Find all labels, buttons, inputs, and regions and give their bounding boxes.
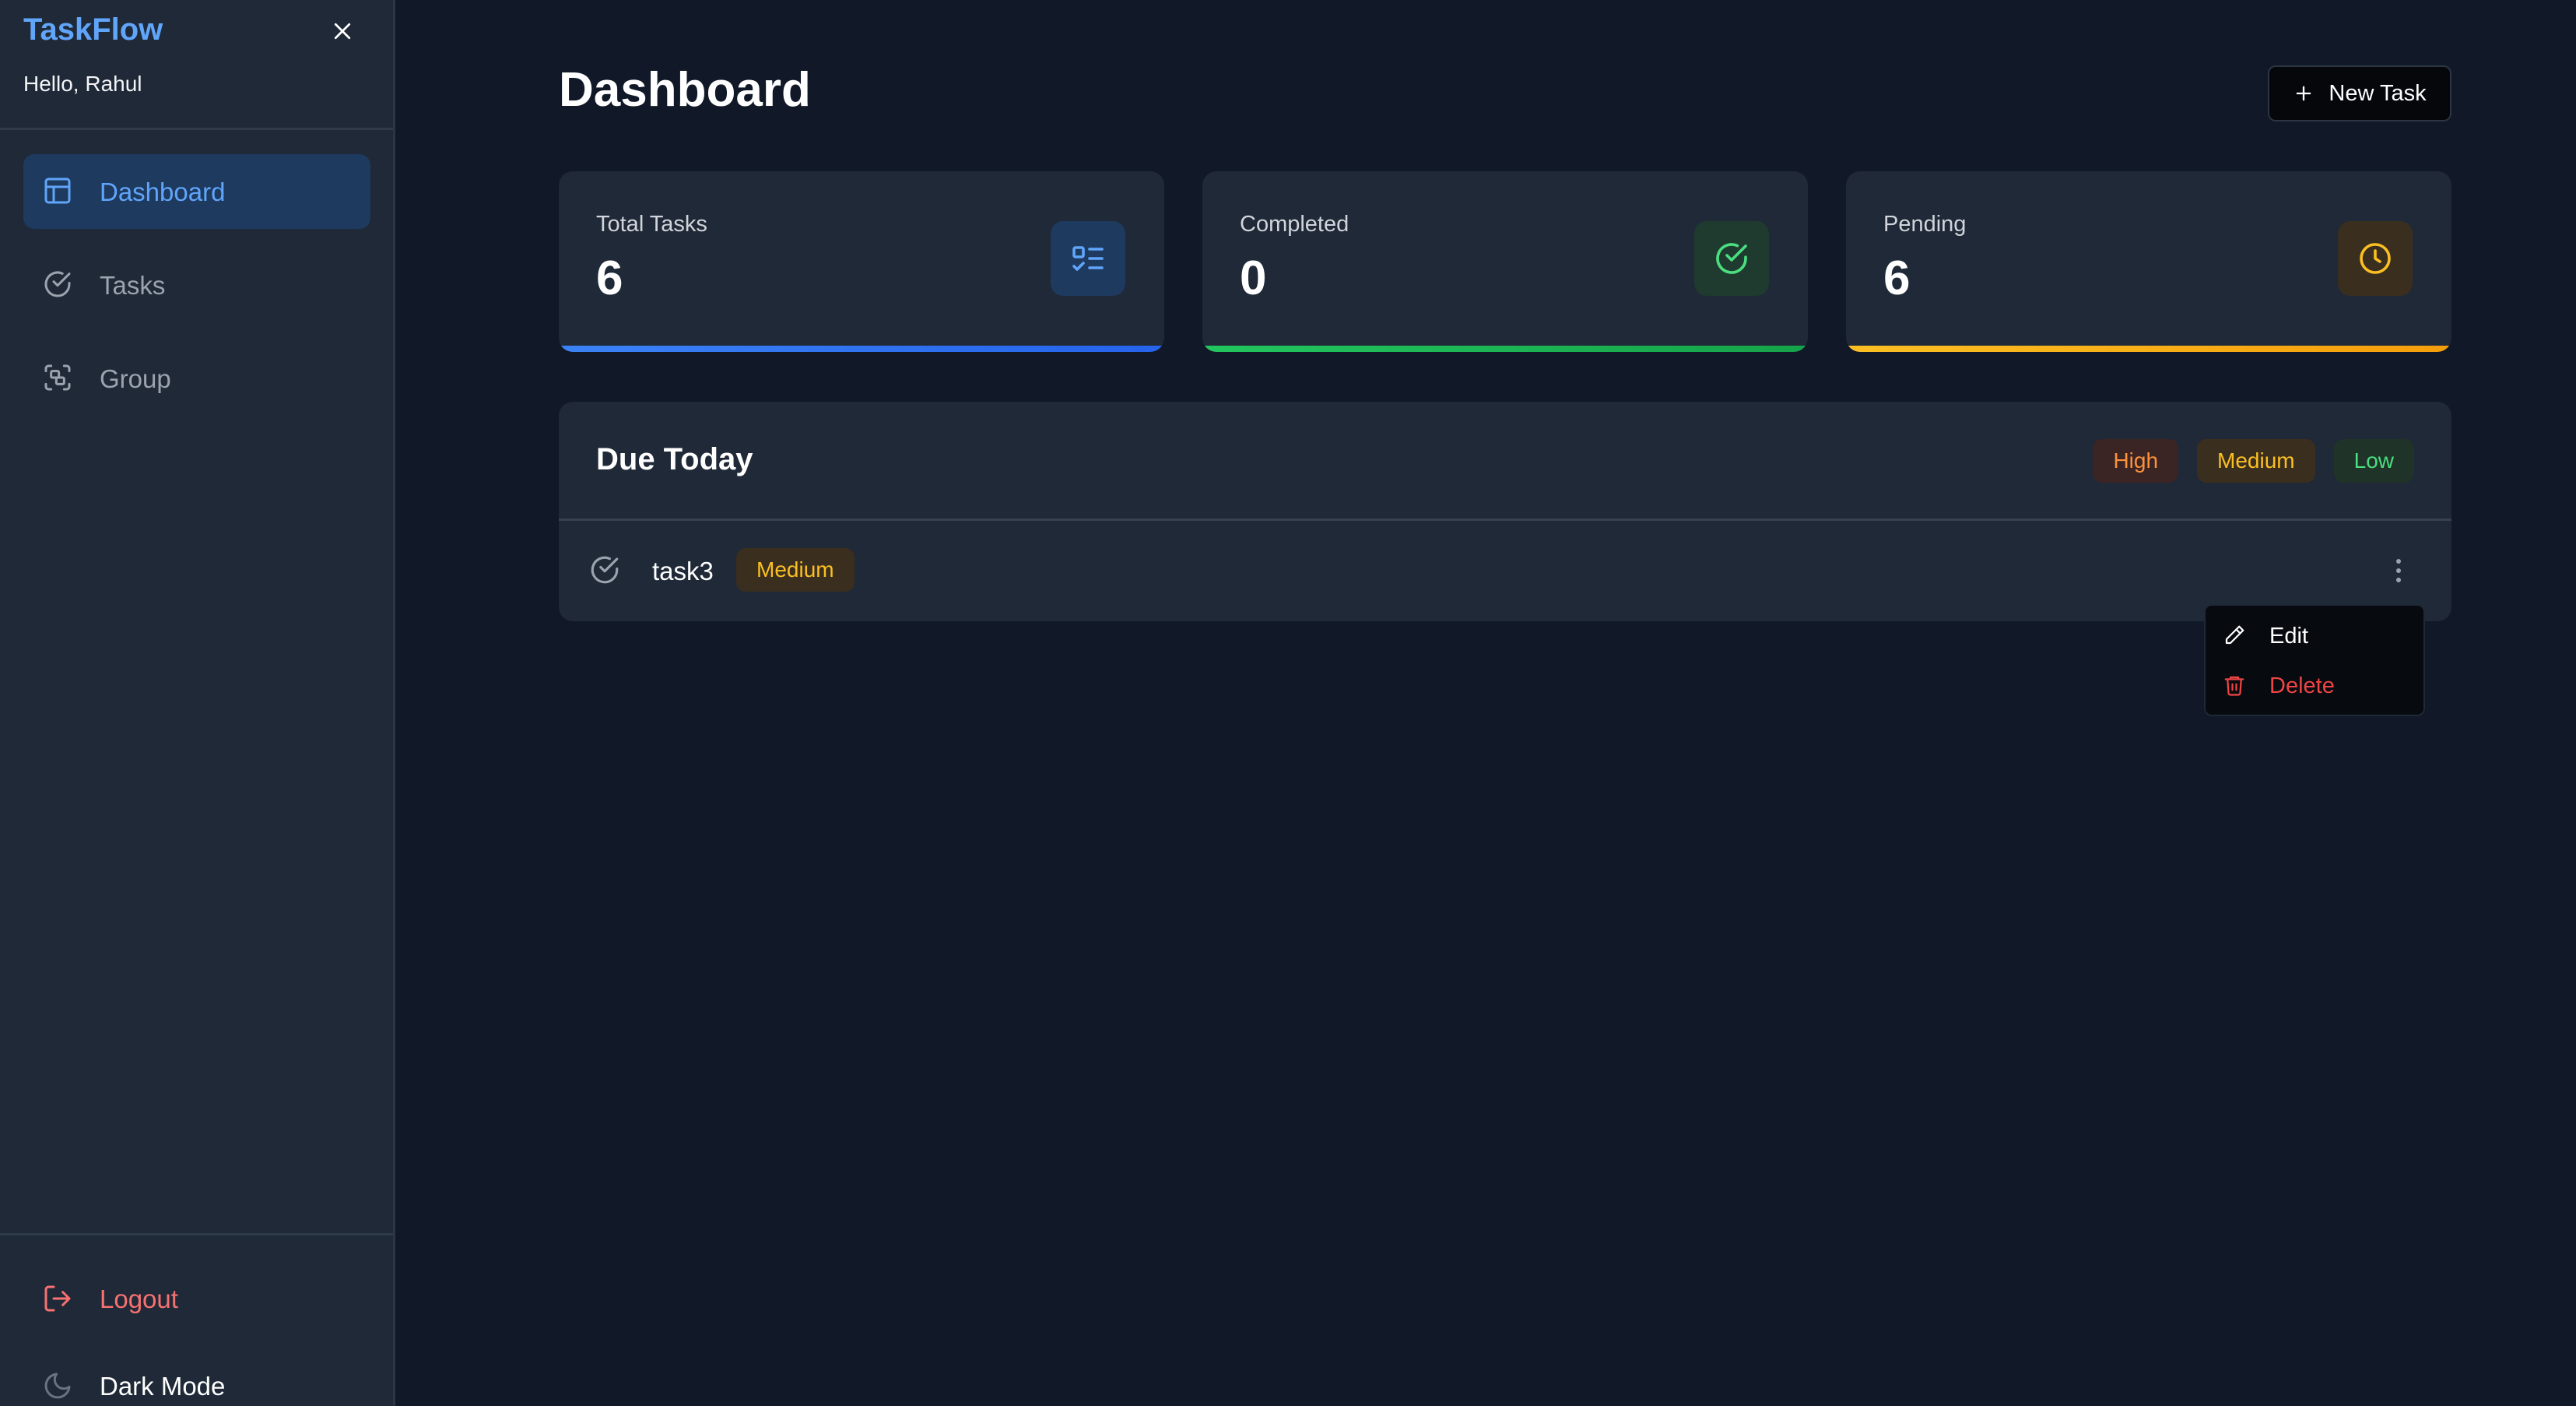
- layout-icon: [42, 175, 75, 208]
- close-sidebar-button[interactable]: [327, 16, 358, 47]
- circle-check-icon: [591, 556, 619, 584]
- sidebar-item-label: Dashboard: [100, 177, 226, 206]
- legend-medium-badge: Medium: [2197, 439, 2315, 483]
- edit-label: Edit: [2269, 623, 2308, 649]
- stat-card-pending: Pending 6: [1846, 171, 2451, 352]
- page-title: Dashboard: [559, 63, 811, 117]
- trash-icon: [2223, 673, 2248, 698]
- new-task-label: New Task: [2329, 80, 2427, 106]
- stat-accent-bar: [1846, 346, 2451, 352]
- delete-menu-item[interactable]: Delete: [2223, 665, 2409, 707]
- list-check-icon: [1051, 221, 1125, 296]
- kebab-dot: [2396, 559, 2401, 564]
- sidebar-item-tasks[interactable]: Tasks: [23, 248, 370, 322]
- circle-check-icon: [1694, 221, 1769, 296]
- logout-icon: [42, 1283, 75, 1316]
- legend-low-badge: Low: [2333, 439, 2414, 483]
- stat-card-total: Total Tasks 6: [559, 171, 1164, 352]
- moon-icon: [42, 1370, 75, 1403]
- new-task-button[interactable]: New Task: [2268, 65, 2451, 121]
- dark-mode-label: Dark Mode: [100, 1372, 226, 1401]
- pencil-icon: [2223, 624, 2248, 649]
- edit-menu-item[interactable]: Edit: [2223, 615, 2409, 657]
- task-row[interactable]: task3 Medium: [559, 521, 2451, 621]
- due-today-title: Due Today: [596, 442, 753, 476]
- stat-label: Pending: [1883, 212, 1967, 237]
- stat-accent-bar: [559, 346, 1164, 352]
- task-context-menu: Edit Delete: [2204, 604, 2425, 716]
- sidebar: TaskFlow Hello, Rahul Dashboard Tasks Gr…: [0, 0, 395, 1406]
- stat-card-completed: Completed 0: [1202, 171, 1808, 352]
- stat-label: Total Tasks: [596, 212, 707, 237]
- clock-icon: [2338, 221, 2413, 296]
- stat-value: 6: [1883, 251, 1911, 305]
- sidebar-item-label: Group: [100, 364, 171, 393]
- task-complete-toggle[interactable]: [588, 554, 623, 588]
- logout-label: Logout: [100, 1285, 178, 1313]
- kebab-dot: [2396, 578, 2401, 582]
- delete-label: Delete: [2269, 673, 2335, 698]
- scan-group-icon: [42, 362, 75, 395]
- task-priority-badge: Medium: [736, 548, 855, 592]
- circle-check-icon: [42, 269, 75, 301]
- app-root: TaskFlow Hello, Rahul Dashboard Tasks Gr…: [0, 0, 2576, 1406]
- sidebar-footer-divider: [0, 1233, 393, 1236]
- due-today-panel: Due Today High Medium Low task3 Medium: [559, 402, 2451, 621]
- stat-value: 6: [596, 251, 623, 305]
- close-icon: [334, 23, 351, 40]
- sidebar-item-label: Tasks: [100, 270, 166, 300]
- plus-icon: [2297, 86, 2311, 101]
- kebab-dot: [2396, 568, 2401, 573]
- sidebar-divider: [0, 128, 393, 130]
- logout-button[interactable]: Logout: [23, 1272, 178, 1327]
- sidebar-item-dashboard[interactable]: Dashboard: [23, 154, 370, 229]
- sidebar-item-group[interactable]: Group: [23, 341, 370, 416]
- user-greeting: Hello, Rahul: [23, 72, 142, 96]
- priority-legend: High Medium Low: [2093, 439, 2414, 483]
- stat-label: Completed: [1240, 212, 1349, 237]
- task-name: task3: [652, 557, 714, 585]
- dark-mode-toggle[interactable]: Dark Mode: [23, 1359, 225, 1406]
- legend-high-badge: High: [2093, 439, 2179, 483]
- task-more-button[interactable]: [2383, 550, 2414, 591]
- stat-accent-bar: [1202, 346, 1808, 352]
- brand-logo[interactable]: TaskFlow: [23, 12, 163, 47]
- stat-value: 0: [1240, 251, 1267, 305]
